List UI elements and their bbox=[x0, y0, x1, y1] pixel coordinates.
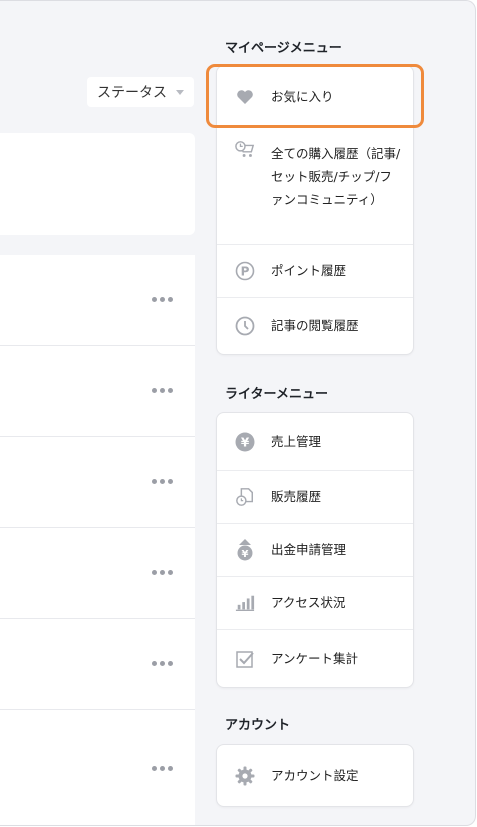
svg-text:¥: ¥ bbox=[241, 435, 250, 449]
svg-text:¥: ¥ bbox=[242, 549, 249, 560]
writer-menu-card: ¥ 売上管理 販売履歴 ¥ 出金申請管理 アクセス状況 アンケート集計 bbox=[216, 412, 414, 688]
table-row[interactable] bbox=[0, 346, 195, 437]
point-p-icon: P bbox=[235, 261, 255, 281]
more-options-icon[interactable] bbox=[152, 570, 173, 575]
clock-icon bbox=[235, 316, 255, 336]
menu-item-label: 販売履歴 bbox=[271, 489, 322, 504]
menu-item-sales-history[interactable]: 販売履歴 bbox=[217, 471, 413, 524]
more-options-icon[interactable] bbox=[152, 388, 173, 393]
menu-item-label: アクセス状況 bbox=[271, 595, 346, 610]
menu-item-label: 記事の閲覧履歴 bbox=[271, 318, 359, 333]
cart-clock-icon bbox=[235, 140, 255, 160]
table-row[interactable] bbox=[0, 619, 195, 710]
more-options-icon[interactable] bbox=[152, 766, 173, 771]
menu-item-account-settings[interactable]: アカウント設定 bbox=[217, 745, 413, 806]
sales-history-icon bbox=[235, 487, 255, 507]
menu-item-label: 全ての購入履歴（記事/セット販売/チップ/ファンコミュニティ） bbox=[271, 146, 401, 207]
menu-item-sales[interactable]: ¥ 売上管理 bbox=[217, 413, 413, 471]
menu-item-label: アンケート集計 bbox=[271, 650, 359, 666]
more-options-icon[interactable] bbox=[152, 297, 173, 302]
menu-item-view-history[interactable]: 記事の閲覧履歴 bbox=[217, 298, 413, 354]
menu-item-point-history[interactable]: P ポイント履歴 bbox=[217, 245, 413, 298]
menu-item-purchase-history[interactable]: 全ての購入履歴（記事/セット販売/チップ/ファンコミュニティ） bbox=[217, 128, 413, 245]
menu-item-label: アカウント設定 bbox=[271, 767, 359, 783]
yen-icon: ¥ bbox=[235, 432, 255, 452]
chevron-down-icon bbox=[176, 90, 184, 95]
filter-panel bbox=[0, 133, 195, 235]
svg-text:P: P bbox=[241, 265, 250, 279]
account-menu-card: アカウント設定 bbox=[216, 744, 414, 807]
page-frame: ステータス マイページメニュー お気に入り 全ての購入履歴（記事/セット販売/チ… bbox=[0, 0, 476, 826]
menu-item-label: ポイント履歴 bbox=[271, 263, 347, 278]
status-filter-label: ステータス bbox=[97, 85, 167, 101]
table-row[interactable] bbox=[0, 255, 195, 346]
account-menu-title: アカウント bbox=[225, 718, 291, 733]
more-options-icon[interactable] bbox=[152, 661, 173, 666]
bar-chart-icon bbox=[235, 593, 255, 613]
table-row[interactable] bbox=[0, 437, 195, 528]
menu-item-label: 出金申請管理 bbox=[271, 542, 347, 557]
withdrawal-icon: ¥ bbox=[235, 539, 255, 561]
menu-item-access[interactable]: アクセス状況 bbox=[217, 577, 413, 630]
highlight-box bbox=[206, 64, 424, 128]
menu-item-survey[interactable]: アンケート集計 bbox=[217, 630, 413, 687]
mypage-menu-title: マイページメニュー bbox=[225, 41, 342, 56]
table-row[interactable] bbox=[0, 528, 195, 619]
more-options-icon[interactable] bbox=[152, 479, 173, 484]
gear-icon bbox=[235, 766, 255, 786]
table-row[interactable] bbox=[0, 710, 195, 801]
menu-item-label: 売上管理 bbox=[271, 433, 322, 449]
status-filter-select[interactable]: ステータス bbox=[87, 77, 194, 107]
article-list bbox=[0, 255, 195, 825]
menu-item-withdrawal[interactable]: ¥ 出金申請管理 bbox=[217, 524, 413, 577]
writer-menu-title: ライターメニュー bbox=[225, 387, 328, 402]
checkbox-icon bbox=[235, 649, 255, 669]
